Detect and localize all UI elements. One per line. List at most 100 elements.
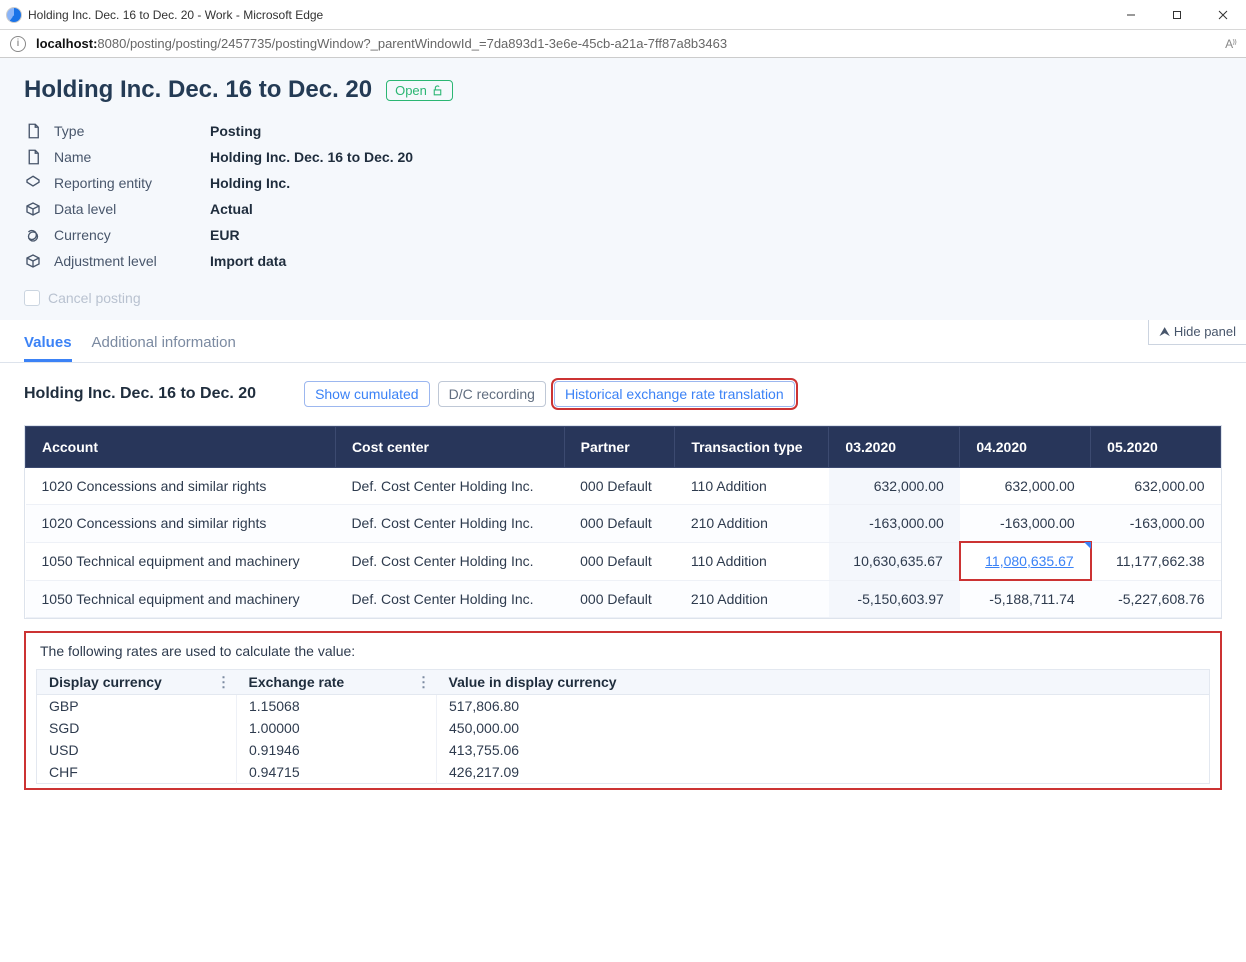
meta-label: Reporting entity bbox=[54, 175, 204, 191]
meta-label: Type bbox=[54, 123, 204, 139]
cell-period-2: -163,000.00 bbox=[960, 505, 1091, 543]
document-icon bbox=[24, 148, 42, 166]
document-icon bbox=[24, 122, 42, 140]
page-scroll-area: Holding Inc. Dec. 16 to Dec. 20 Open Typ… bbox=[0, 58, 1246, 962]
kebab-icon[interactable]: ⋮ bbox=[217, 674, 231, 691]
tab-values[interactable]: Values bbox=[24, 334, 72, 362]
address-url[interactable]: localhost:8080/posting/posting/2457735/p… bbox=[36, 36, 1215, 51]
table-row[interactable]: 1020 Concessions and similar rightsDef. … bbox=[26, 505, 1221, 543]
cell-costcenter: Def. Cost Center Holding Inc. bbox=[335, 580, 564, 618]
col-value-display-currency[interactable]: Value in display currency bbox=[437, 670, 1210, 695]
col-partner[interactable]: Partner bbox=[564, 427, 675, 468]
read-aloud-icon[interactable]: A⁾⁾ bbox=[1225, 37, 1236, 51]
cell-period-2: 632,000.00 bbox=[960, 468, 1091, 505]
rates-cell-rate: 0.91946 bbox=[237, 739, 437, 761]
col-exchange-rate[interactable]: Exchange rate ⋮ bbox=[237, 670, 437, 695]
window-title-bar: Holding Inc. Dec. 16 to Dec. 20 - Work -… bbox=[0, 0, 1246, 30]
meta-value: Posting bbox=[210, 123, 1222, 139]
col-account[interactable]: Account bbox=[26, 427, 336, 468]
rates-cell-cur: USD bbox=[37, 739, 237, 761]
window-maximize-button[interactable] bbox=[1154, 0, 1200, 30]
cell-account: 1020 Concessions and similar rights bbox=[26, 505, 336, 543]
cell-partner: 000 Default bbox=[564, 542, 675, 580]
value-link[interactable]: 11,080,635.67 bbox=[985, 553, 1074, 569]
posting-table-wrap: Account Cost center Partner Transaction … bbox=[24, 425, 1222, 619]
col-period-1[interactable]: 03.2020 bbox=[829, 427, 960, 468]
col-display-currency[interactable]: Display currency ⋮ bbox=[37, 670, 237, 695]
rates-panel: The following rates are used to calculat… bbox=[24, 631, 1222, 790]
meta-label: Name bbox=[54, 149, 204, 165]
rates-cell-cur: CHF bbox=[37, 761, 237, 784]
cell-costcenter: Def. Cost Center Holding Inc. bbox=[335, 542, 564, 580]
unlock-icon bbox=[431, 84, 444, 97]
cancel-posting-label: Cancel posting bbox=[48, 290, 141, 306]
posting-table: Account Cost center Partner Transaction … bbox=[25, 426, 1221, 618]
tab-additional-info[interactable]: Additional information bbox=[92, 334, 236, 362]
col-period-3[interactable]: 05.2020 bbox=[1091, 427, 1221, 468]
cell-period-1: 10,630,635.67 bbox=[829, 542, 960, 580]
cell-period-1: 632,000.00 bbox=[829, 468, 960, 505]
rates-caption: The following rates are used to calculat… bbox=[36, 643, 1210, 659]
col-period-2[interactable]: 04.2020 bbox=[960, 427, 1091, 468]
cancel-posting-checkbox[interactable] bbox=[24, 290, 40, 306]
section-title: Holding Inc. Dec. 16 to Dec. 20 bbox=[24, 385, 256, 403]
meta-value: Actual bbox=[210, 201, 1222, 217]
tab-bar: Values Additional information bbox=[0, 320, 1246, 363]
rates-cell-cur: GBP bbox=[37, 695, 237, 718]
table-row[interactable]: 1050 Technical equipment and machineryDe… bbox=[26, 580, 1221, 618]
rates-cell-val: 450,000.00 bbox=[437, 717, 1210, 739]
cell-txtype: 210 Addition bbox=[675, 580, 829, 618]
cell-period-2: -5,188,711.74 bbox=[960, 580, 1091, 618]
cell-partner: 000 Default bbox=[564, 505, 675, 543]
meta-value: Holding Inc. Dec. 16 to Dec. 20 bbox=[210, 149, 1222, 165]
window-title: Holding Inc. Dec. 16 to Dec. 20 - Work -… bbox=[28, 8, 323, 22]
meta-value: Holding Inc. bbox=[210, 175, 1222, 191]
show-cumulated-button[interactable]: Show cumulated bbox=[304, 381, 430, 407]
cell-period-1: -5,150,603.97 bbox=[829, 580, 960, 618]
cancel-posting-row: Cancel posting bbox=[24, 270, 1222, 320]
rates-cell-cur: SGD bbox=[37, 717, 237, 739]
cell-txtype: 110 Addition bbox=[675, 468, 829, 505]
meta-value: Import data bbox=[210, 253, 1222, 269]
rates-row[interactable]: GBP1.15068517,806.80 bbox=[37, 695, 1210, 718]
rates-row[interactable]: SGD1.00000450,000.00 bbox=[37, 717, 1210, 739]
cell-costcenter: Def. Cost Center Holding Inc. bbox=[335, 505, 564, 543]
cell-period-3: 11,177,662.38 bbox=[1091, 542, 1221, 580]
meta-value: EUR bbox=[210, 227, 1222, 243]
rates-row[interactable]: CHF0.94715426,217.09 bbox=[37, 761, 1210, 784]
cell-txtype: 110 Addition bbox=[675, 542, 829, 580]
meta-label: Data level bbox=[54, 201, 204, 217]
cell-period-3: 632,000.00 bbox=[1091, 468, 1221, 505]
hide-panel-button[interactable]: ⮝ Hide panel bbox=[1148, 320, 1246, 345]
dc-recording-button[interactable]: D/C recording bbox=[438, 381, 546, 407]
kebab-icon[interactable]: ⋮ bbox=[417, 674, 431, 691]
rates-cell-val: 517,806.80 bbox=[437, 695, 1210, 718]
app-icon bbox=[6, 7, 22, 23]
address-bar: i localhost:8080/posting/posting/2457735… bbox=[0, 30, 1246, 58]
cell-period-2[interactable]: 11,080,635.67 bbox=[960, 542, 1091, 580]
cell-partner: 000 Default bbox=[564, 468, 675, 505]
rates-cell-rate: 1.15068 bbox=[237, 695, 437, 718]
page-header: Holding Inc. Dec. 16 to Dec. 20 Open Typ… bbox=[0, 58, 1246, 320]
table-header-row: Account Cost center Partner Transaction … bbox=[26, 427, 1221, 468]
col-costcenter[interactable]: Cost center bbox=[335, 427, 564, 468]
window-close-button[interactable] bbox=[1200, 0, 1246, 30]
entity-icon bbox=[24, 174, 42, 192]
rates-row[interactable]: USD0.91946413,755.06 bbox=[37, 739, 1210, 761]
table-row[interactable]: 1050 Technical equipment and machineryDe… bbox=[26, 542, 1221, 580]
window-minimize-button[interactable] bbox=[1108, 0, 1154, 30]
cell-period-3: -163,000.00 bbox=[1091, 505, 1221, 543]
table-row[interactable]: 1020 Concessions and similar rightsDef. … bbox=[26, 468, 1221, 505]
col-transaction-type[interactable]: Transaction type bbox=[675, 427, 829, 468]
rates-cell-rate: 1.00000 bbox=[237, 717, 437, 739]
meta-label: Adjustment level bbox=[54, 253, 204, 269]
cell-account: 1050 Technical equipment and machinery bbox=[26, 542, 336, 580]
cell-account: 1050 Technical equipment and machinery bbox=[26, 580, 336, 618]
cell-period-3: -5,227,608.76 bbox=[1091, 580, 1221, 618]
site-info-icon[interactable]: i bbox=[10, 36, 26, 52]
page-title: Holding Inc. Dec. 16 to Dec. 20 Open bbox=[24, 76, 1222, 104]
sub-toolbar: Holding Inc. Dec. 16 to Dec. 20 Show cum… bbox=[0, 363, 1246, 425]
collapse-icon: ⮝ bbox=[1159, 324, 1170, 339]
historical-rate-button[interactable]: Historical exchange rate translation bbox=[554, 381, 795, 407]
cell-account: 1020 Concessions and similar rights bbox=[26, 468, 336, 505]
